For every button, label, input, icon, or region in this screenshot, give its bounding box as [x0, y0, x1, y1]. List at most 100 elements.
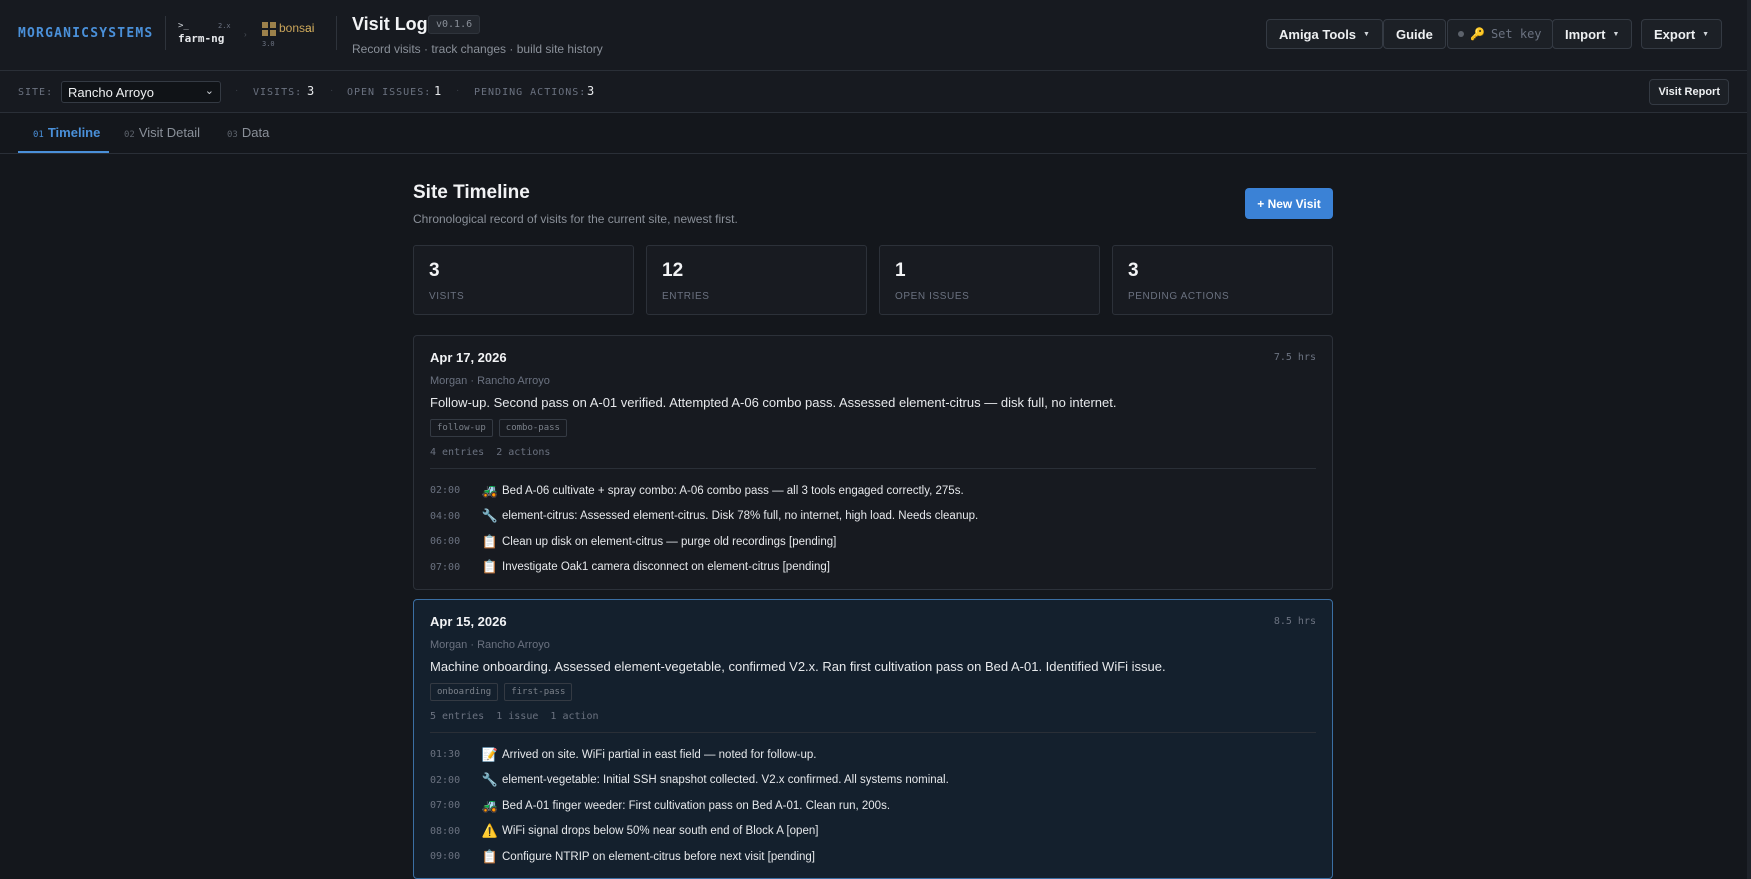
tag: onboarding [430, 683, 499, 701]
open-issues-count: 1 [434, 84, 442, 98]
visit-tags: follow-up combo-pass [430, 419, 567, 437]
open-issues-label: OPEN ISSUES: [347, 87, 432, 98]
farmng-version: 2.x [218, 22, 231, 30]
caret-down-icon: ▼ [1363, 30, 1370, 38]
tag: combo-pass [498, 419, 567, 437]
import-button[interactable]: Import ▼ [1552, 19, 1633, 49]
stat-card-visits: 3 Visits [413, 245, 634, 315]
app-header: MORGANICSYSTEMS >_ farm-ng 2.x › bonsai … [0, 0, 1751, 71]
visits-count: 3 [307, 84, 315, 98]
header-divider [336, 16, 337, 50]
visit-report-button[interactable]: Visit Report [1649, 79, 1729, 105]
entry-time: 08:00 [430, 825, 461, 837]
entry-text: Arrived on site. WiFi partial in east fi… [502, 748, 817, 761]
tractor-icon: 🚜 [481, 797, 499, 813]
active-tab-indicator [18, 151, 109, 153]
site-label: SITE: [18, 87, 54, 98]
tab-visit-detail[interactable]: 02 Visit Detail [124, 125, 200, 140]
amiga-tools-button[interactable]: Amiga Tools ▼ [1266, 19, 1383, 49]
entry-time: 09:00 [430, 851, 461, 863]
visit-date: Apr 17, 2026 [430, 350, 507, 365]
separator-dot: · [330, 85, 334, 96]
tab-timeline[interactable]: 01 Timeline [33, 125, 100, 140]
stat-label: Open Issues [895, 291, 970, 302]
visit-card-selected[interactable]: Apr 15, 2026 8.5 hrs Morgan · Rancho Arr… [413, 599, 1333, 879]
clipboard-icon: 📋 [481, 559, 499, 575]
page-title: Site Timeline [413, 182, 530, 203]
tag: follow-up [430, 419, 493, 437]
entry-row[interactable]: 04:00 🔧 element-citrus: Assessed element… [430, 504, 1316, 530]
entry-text: Investigate Oak1 camera disconnect on el… [502, 561, 830, 574]
visits-label: VISITS: [253, 87, 303, 98]
warning-icon: ⚠️ [481, 823, 499, 839]
entry-text: WiFi signal drops below 50% near south e… [502, 825, 819, 838]
chevron-down-icon: ⌄ [204, 85, 214, 97]
entry-row[interactable]: 07:00 📋 Investigate Oak1 camera disconne… [430, 555, 1316, 581]
tag: first-pass [504, 683, 573, 701]
stat-card-open-issues: 1 Open Issues [879, 245, 1100, 315]
new-visit-button[interactable]: + New Visit [1245, 188, 1333, 219]
separator-dot: · [235, 85, 239, 96]
entry-list: 02:00 🚜 Bed A-06 cultivate + spray combo… [430, 478, 1316, 580]
tab-bar: 01 Timeline 02 Visit Detail 03 Data [0, 113, 1751, 154]
bonsai-name: bonsai [279, 21, 315, 35]
entry-time: 07:00 [430, 561, 461, 573]
status-dot-icon [1458, 31, 1464, 37]
card-divider [430, 468, 1316, 469]
card-divider [430, 732, 1316, 733]
set-key-button[interactable]: 🔑 Set key [1447, 19, 1553, 49]
app-title: Visit Log [352, 14, 428, 34]
visit-tags: onboarding first-pass [430, 683, 573, 701]
entry-row[interactable]: 08:00 ⚠️ WiFi signal drops below 50% nea… [430, 819, 1316, 845]
farmng-name: farm-ng [178, 32, 225, 45]
entry-time: 06:00 [430, 536, 461, 548]
guide-button[interactable]: Guide [1383, 19, 1446, 49]
entry-time: 02:00 [430, 485, 461, 497]
visit-summary: Follow-up. Second pass on A-01 verified.… [430, 395, 1117, 410]
header-divider [165, 16, 166, 50]
entry-text: Bed A-01 finger weeder: First cultivatio… [502, 799, 891, 812]
tab-data[interactable]: 03 Data [227, 125, 269, 140]
pending-actions-label: PENDING ACTIONS: [474, 87, 587, 98]
stat-value: 1 [895, 260, 906, 281]
chevron-right-icon: › [244, 30, 247, 39]
visit-card[interactable]: Apr 17, 2026 7.5 hrs Morgan · Rancho Arr… [413, 335, 1333, 590]
entry-text: Clean up disk on element-citrus — purge … [502, 535, 837, 548]
entry-text: Bed A-06 cultivate + spray combo: A-06 c… [502, 484, 964, 497]
caret-down-icon: ▼ [1612, 30, 1620, 38]
stat-label: Entries [662, 291, 710, 302]
page-subtitle: Chronological record of visits for the c… [413, 212, 738, 226]
wrench-icon: 🔧 [481, 772, 499, 788]
export-button[interactable]: Export ▼ [1641, 19, 1723, 49]
bonsai-version: 3.0 [262, 40, 275, 48]
entry-text: element-vegetable: Initial SSH snapshot … [502, 774, 949, 787]
farmng-logo: >_ farm-ng 2.x [178, 20, 231, 46]
app-version-badge: v0.1.6 [428, 15, 481, 34]
entry-time: 01:30 [430, 749, 461, 761]
stat-card-pending-actions: 3 Pending Actions [1112, 245, 1333, 315]
entry-row[interactable]: 02:00 🚜 Bed A-06 cultivate + spray combo… [430, 478, 1316, 504]
entry-row[interactable]: 07:00 🚜 Bed A-01 finger weeder: First cu… [430, 793, 1316, 819]
brand-logo[interactable]: MORGANICSYSTEMS [18, 26, 153, 41]
clipboard-icon: 📋 [481, 848, 499, 864]
entry-row[interactable]: 02:00 🔧 element-vegetable: Initial SSH s… [430, 768, 1316, 794]
entry-row[interactable]: 01:30 📝 Arrived on site. WiFi partial in… [430, 742, 1316, 768]
visit-meta: Morgan · Rancho Arroyo [430, 375, 550, 387]
site-select[interactable]: Rancho Arroyo ⌄ [61, 81, 221, 103]
visit-meta: Morgan · Rancho Arroyo [430, 639, 550, 651]
entry-text: Configure NTRIP on element-citrus before… [502, 850, 815, 863]
visit-counts: 5 entries 1 issue 1 action [430, 711, 599, 722]
app-subtitle: Record visits · track changes · build si… [352, 42, 603, 56]
visit-date: Apr 15, 2026 [430, 614, 507, 629]
stat-label: Visits [429, 291, 465, 302]
note-icon: 📝 [481, 746, 499, 762]
entry-row[interactable]: 09:00 📋 Configure NTRIP on element-citru… [430, 844, 1316, 870]
scrollbar[interactable] [1747, 0, 1751, 879]
visit-hours: 7.5 hrs [1273, 352, 1316, 363]
clipboard-icon: 📋 [481, 533, 499, 549]
entry-time: 04:00 [430, 510, 461, 522]
stat-value: 12 [662, 260, 684, 281]
entry-time: 07:00 [430, 800, 461, 812]
entry-row[interactable]: 06:00 📋 Clean up disk on element-citrus … [430, 529, 1316, 555]
visit-summary: Machine onboarding. Assessed element-veg… [430, 659, 1166, 674]
